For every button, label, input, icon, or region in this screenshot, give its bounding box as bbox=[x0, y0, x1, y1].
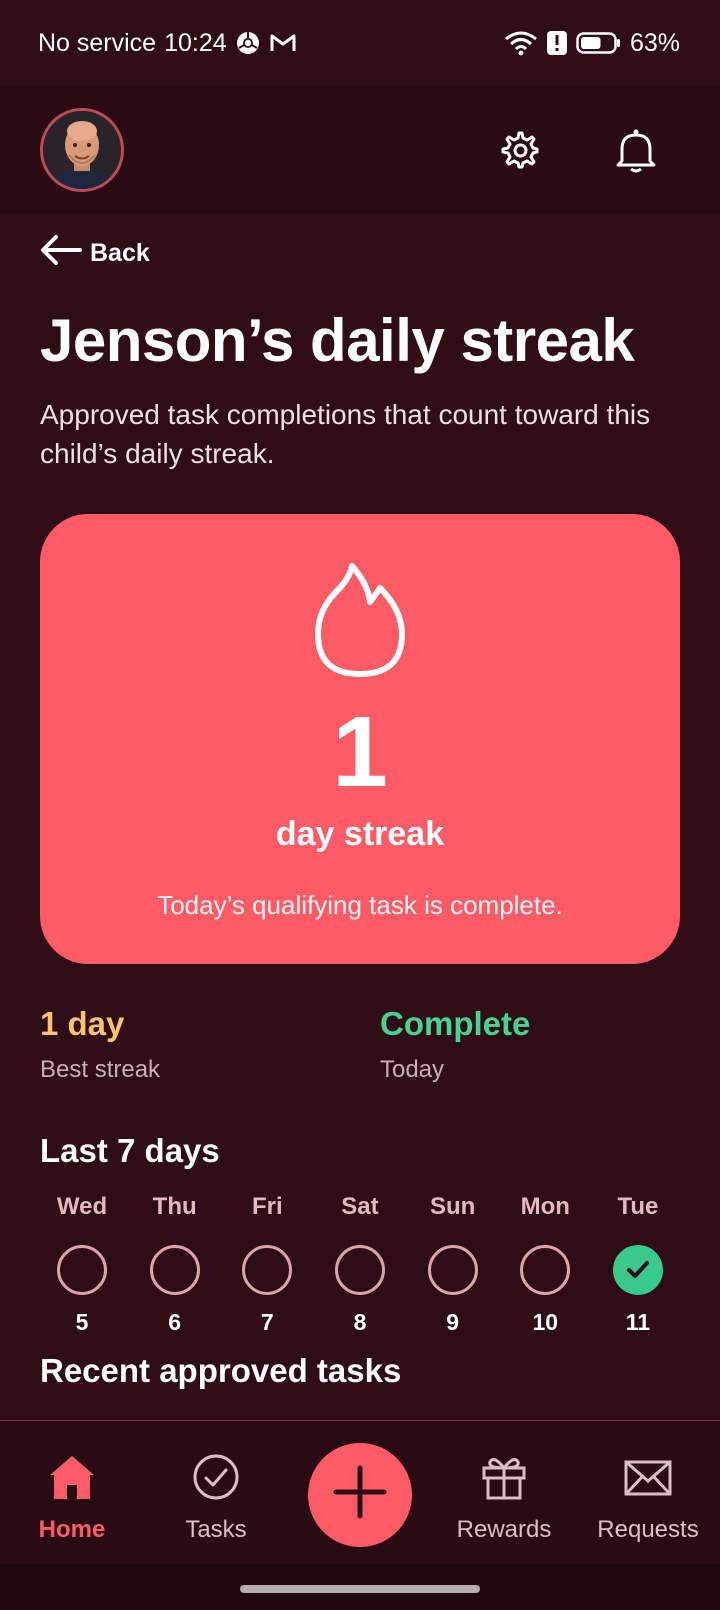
plus-icon bbox=[332, 1464, 388, 1527]
day-name: Fri bbox=[251, 1193, 283, 1220]
day-status-circle bbox=[427, 1245, 478, 1295]
last-7-days-row: Wed 5 Thu 6 Fri 7 Sat 8 Sun 9 Mon 10 Tue… bbox=[36, 1193, 684, 1336]
last-7-days-heading: Last 7 days bbox=[40, 1132, 220, 1169]
gift-icon bbox=[480, 1453, 528, 1508]
day-column: Sun 9 bbox=[407, 1193, 499, 1336]
day-complete-check bbox=[612, 1245, 663, 1295]
best-streak-value: 1 day bbox=[40, 1005, 125, 1042]
day-status-circle bbox=[242, 1245, 293, 1295]
nav-home-label: Home bbox=[38, 1516, 106, 1543]
recent-tasks-heading: Recent approved tasks bbox=[40, 1352, 402, 1389]
nav-requests[interactable]: Requests bbox=[576, 1421, 720, 1565]
day-status-circle bbox=[57, 1245, 107, 1295]
day-number: 6 bbox=[168, 1309, 182, 1335]
bell-icon[interactable] bbox=[612, 126, 660, 174]
today-stat: Complete Today bbox=[380, 1004, 530, 1084]
best-streak-stat: 1 day Best streak bbox=[40, 1004, 160, 1084]
header-actions bbox=[496, 126, 660, 174]
day-status-circle bbox=[149, 1245, 200, 1295]
nav-rewards[interactable]: Rewards bbox=[432, 1421, 576, 1565]
gmail-icon bbox=[269, 31, 297, 55]
chrome-icon bbox=[235, 30, 261, 56]
flame-icon bbox=[310, 562, 410, 683]
day-name: Thu bbox=[152, 1193, 197, 1220]
nav-requests-label: Requests bbox=[597, 1516, 699, 1543]
day-column: Tue 11 bbox=[592, 1193, 684, 1336]
bottom-nav: Home Tasks Rewards Requests bbox=[0, 1420, 720, 1564]
today-status-value: Complete bbox=[380, 1005, 531, 1042]
nav-tasks-label: Tasks bbox=[185, 1516, 247, 1543]
avatar[interactable] bbox=[40, 108, 124, 192]
page-subtitle: Approved task completions that count tow… bbox=[40, 399, 651, 469]
streak-unit: day streak bbox=[275, 815, 445, 853]
day-number: 7 bbox=[260, 1309, 274, 1335]
arrow-left-icon bbox=[40, 234, 82, 273]
alert-icon bbox=[546, 30, 568, 56]
day-number: 5 bbox=[75, 1309, 89, 1335]
envelope-icon bbox=[623, 1453, 673, 1508]
carrier-text: No service bbox=[38, 28, 157, 57]
battery-icon bbox=[576, 30, 622, 56]
back-label: Back bbox=[90, 239, 150, 267]
day-status-circle bbox=[520, 1245, 571, 1295]
day-number: 9 bbox=[446, 1309, 460, 1335]
status-left: No service 10:24 bbox=[38, 29, 297, 58]
home-gesture-handle[interactable] bbox=[240, 1585, 480, 1593]
nav-rewards-label: Rewards bbox=[456, 1516, 552, 1543]
day-name: Tue bbox=[617, 1193, 659, 1220]
back-button[interactable]: Back bbox=[40, 234, 150, 273]
day-number: 11 bbox=[625, 1309, 651, 1335]
check-circle-icon bbox=[192, 1453, 240, 1508]
page-title: Jenson’s daily streak bbox=[40, 307, 635, 374]
nav-tasks[interactable]: Tasks bbox=[144, 1421, 288, 1565]
streak-note: Today’s qualifying task is complete. bbox=[157, 890, 563, 920]
wifi-icon bbox=[504, 30, 538, 56]
status-bar: No service 10:24 63% bbox=[0, 0, 720, 86]
streak-count: 1 bbox=[332, 696, 388, 808]
home-icon bbox=[46, 1453, 98, 1508]
nav-add[interactable] bbox=[288, 1421, 432, 1565]
day-column: Fri 7 bbox=[221, 1193, 313, 1336]
day-number: 8 bbox=[353, 1309, 367, 1335]
day-name: Sat bbox=[341, 1193, 379, 1220]
day-name: Mon bbox=[520, 1193, 570, 1220]
best-streak-label: Best streak bbox=[40, 1056, 161, 1083]
app-header bbox=[0, 86, 720, 214]
status-right: 63% bbox=[504, 29, 680, 58]
streak-card: 1 day streak Today’s qualifying task is … bbox=[40, 514, 680, 964]
day-name: Wed bbox=[56, 1193, 108, 1220]
add-button[interactable] bbox=[308, 1443, 412, 1547]
day-column: Sat 8 bbox=[314, 1193, 406, 1336]
nav-home[interactable]: Home bbox=[0, 1421, 144, 1565]
day-column: Wed 5 bbox=[36, 1193, 128, 1336]
battery-percent: 63% bbox=[629, 28, 680, 57]
clock-text: 10:24 bbox=[164, 28, 227, 57]
today-status-label: Today bbox=[380, 1056, 445, 1083]
streak-screen: No service 10:24 63% Back Jenson’s daily… bbox=[0, 0, 720, 1610]
day-status-circle bbox=[334, 1245, 385, 1295]
day-name: Sun bbox=[429, 1193, 476, 1220]
check-icon bbox=[626, 1261, 649, 1278]
day-number: 10 bbox=[532, 1309, 559, 1335]
day-column: Thu 6 bbox=[129, 1193, 221, 1336]
day-column: Mon 10 bbox=[499, 1193, 591, 1336]
gesture-bar bbox=[0, 1564, 720, 1610]
gear-icon[interactable] bbox=[496, 126, 544, 174]
